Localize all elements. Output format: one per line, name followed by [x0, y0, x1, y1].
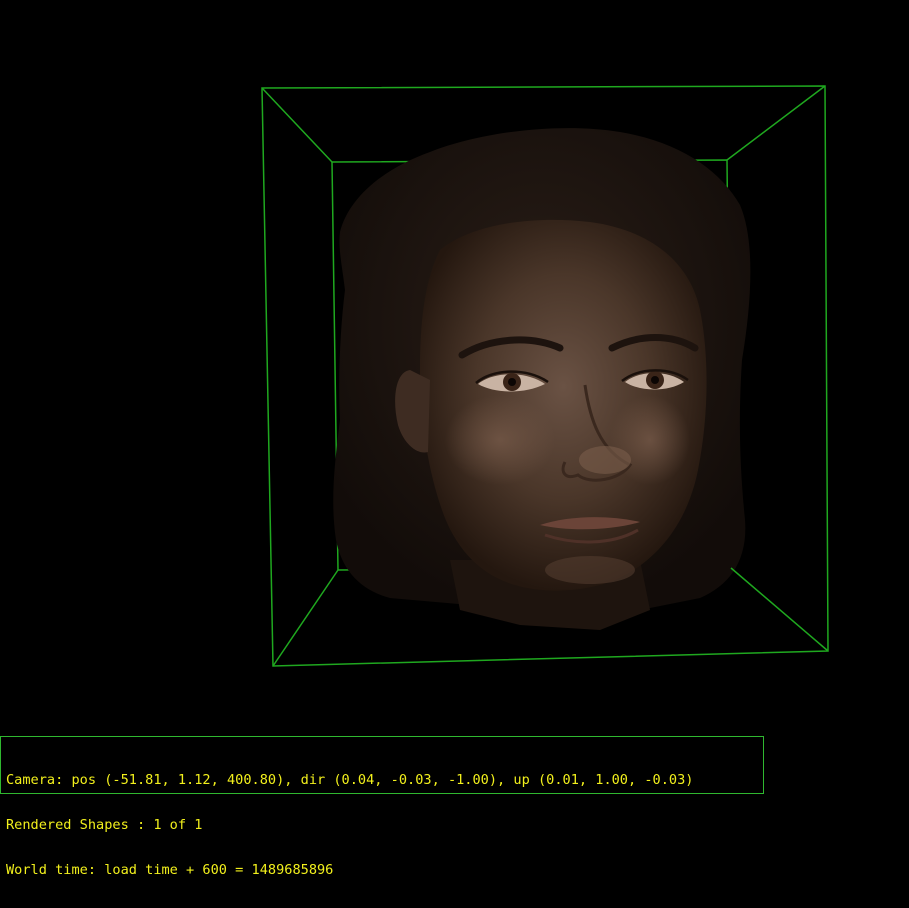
cheek-left	[445, 395, 555, 485]
bounding-box-edge-top-left	[261, 87, 333, 163]
rendered-shapes-info: Rendered Shapes : 1 of 1	[6, 817, 203, 833]
3d-viewport[interactable]: Camera: pos (-51.81, 1.12, 400.80), dir …	[0, 0, 909, 878]
camera-info: Camera: pos (-51.81, 1.12, 400.80), dir …	[6, 772, 694, 788]
bounding-box-edge-top-right	[726, 85, 826, 161]
bounding-box-edge-bottom-right	[730, 567, 829, 652]
face-model[interactable]	[333, 128, 751, 630]
hud-overlay: Camera: pos (-51.81, 1.12, 400.80), dir …	[0, 736, 764, 878]
nose-tip	[579, 446, 631, 474]
world-time-info: World time: load time + 600 = 1489685896	[6, 862, 334, 878]
chin	[545, 556, 635, 584]
bounding-box-edge-bottom-left	[272, 569, 339, 667]
scene-canvas[interactable]	[0, 0, 909, 798]
